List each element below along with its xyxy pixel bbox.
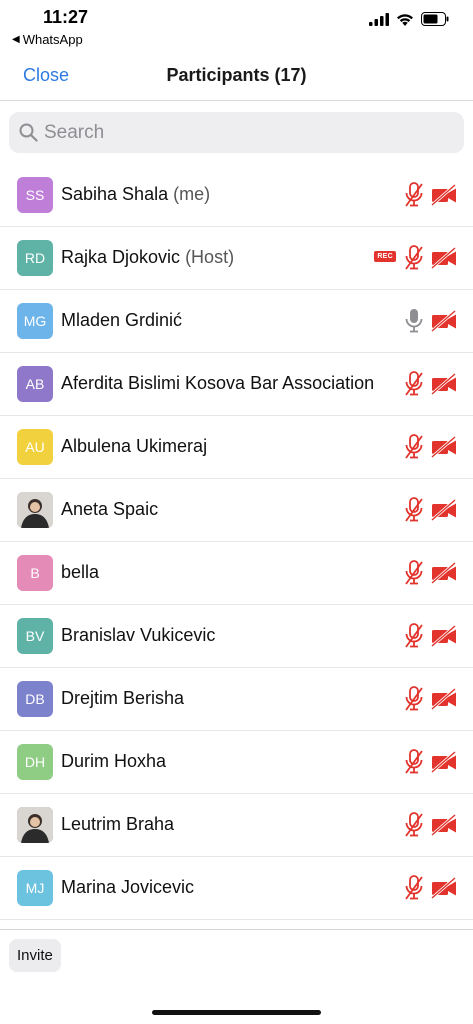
avatar: AB (17, 366, 53, 402)
participant-row[interactable]: BV Branislav Vukicevic (0, 605, 473, 668)
participant-row[interactable]: SS Sabiha Shala (me) (0, 164, 473, 227)
avatar: AU (17, 429, 53, 465)
mic-muted-icon (404, 560, 424, 586)
participant-name-text: Rajka Djokovic (61, 247, 181, 267)
participant-name: Mladen Grdinić (61, 310, 182, 331)
search-input[interactable] (44, 121, 444, 144)
participant-name: Sabiha Shala (me) (61, 184, 210, 205)
participant-name-text: Albulena Ukimeraj (61, 436, 208, 456)
video-off-icon (431, 372, 457, 396)
participant-name-text: Mladen Grdinić (61, 310, 183, 330)
back-app-label: WhatsApp (22, 32, 83, 47)
participant-name: Rajka Djokovic (Host) (61, 247, 234, 268)
video-off-icon (431, 246, 457, 270)
video-off-icon (431, 183, 457, 207)
wifi-icon (397, 13, 413, 26)
footer: Invite (0, 929, 473, 1024)
avatar-photo (17, 807, 53, 843)
mic-icon (404, 308, 424, 334)
participant-row[interactable]: Bbella (0, 542, 473, 605)
participant-row[interactable]: MG Mladen Grdinić (0, 290, 473, 353)
video-off-icon (431, 435, 457, 459)
recording-badge: REC (374, 251, 396, 262)
participant-role: (me) (173, 184, 211, 204)
invite-button[interactable]: Invite (9, 939, 61, 972)
participant-name-text: Marina Jovicevic (61, 877, 195, 897)
participant-name-text: Leutrim Braha (61, 814, 175, 834)
participant-row[interactable]: MJ Marina Jovicevic (0, 857, 473, 920)
avatar: SS (17, 177, 53, 213)
participant-row[interactable]: RD Rajka Djokovic (Host) REC (0, 227, 473, 290)
avatar: MG (17, 303, 53, 339)
participant-name: bella (61, 562, 99, 583)
participant-name: Aneta Spaic (61, 499, 158, 520)
nav-bar: Close Participants (17) (0, 50, 473, 101)
back-triangle-icon: ◀ (12, 34, 20, 45)
participant-name: Leutrim Braha (61, 814, 174, 835)
mic-muted-icon (404, 434, 424, 460)
avatar: MJ (17, 870, 53, 906)
participant-name: Marina Jovicevic (61, 877, 194, 898)
mic-muted-icon (404, 497, 424, 523)
participant-name: Branislav Vukicevic (61, 625, 215, 646)
video-off-icon (431, 876, 457, 900)
participant-row[interactable]: Leutrim Braha (0, 794, 473, 857)
participant-row[interactable]: AU Albulena Ukimeraj (0, 416, 473, 479)
page-title: Participants (17) (166, 65, 307, 85)
mic-muted-icon (404, 245, 424, 271)
participant-name-text: Aneta Spaic (61, 499, 159, 519)
participant-row[interactable]: Aneta Spaic (0, 479, 473, 542)
participant-name-text: Durim Hoxha (61, 751, 167, 771)
participant-row[interactable]: DB Drejtim Berisha (0, 668, 473, 731)
avatar: DH (17, 744, 53, 780)
mic-muted-icon (404, 182, 424, 208)
participant-row[interactable]: AB Aferdita Bislimi Kosova Bar Associatio… (0, 353, 473, 416)
home-indicator (152, 1010, 321, 1015)
status-time: 11:27 (43, 7, 89, 27)
status-icons (369, 12, 449, 26)
participant-name-text: Drejtim Berisha (61, 688, 185, 708)
mic-muted-icon (404, 686, 424, 712)
mic-muted-icon (404, 623, 424, 649)
participant-name: Durim Hoxha (61, 751, 166, 772)
participant-name-text: Branislav Vukicevic (61, 625, 216, 645)
participant-name-text: Sabiha Shala (61, 184, 169, 204)
mic-muted-icon (404, 749, 424, 775)
back-to-app-link[interactable]: ◀ WhatsApp (12, 32, 83, 47)
video-off-icon (431, 813, 457, 837)
video-off-icon (431, 750, 457, 774)
video-off-icon (431, 624, 457, 648)
video-off-icon (431, 561, 457, 585)
participant-row[interactable]: DH Durim Hoxha (0, 731, 473, 794)
video-off-icon (431, 498, 457, 522)
participant-name: Drejtim Berisha (61, 688, 184, 709)
mic-muted-icon (404, 812, 424, 838)
avatar: DB (17, 681, 53, 717)
participant-name-text: Aferdita Bislimi Kosova Bar Association (61, 373, 375, 393)
mic-muted-icon (404, 371, 424, 397)
avatar: BV (17, 618, 53, 654)
participant-name: Albulena Ukimeraj (61, 436, 207, 457)
avatar: RD (17, 240, 53, 276)
video-off-icon (431, 309, 457, 333)
video-off-icon (431, 687, 457, 711)
search-bar[interactable] (9, 112, 464, 153)
status-bar: 11:27 ◀ WhatsApp (0, 0, 473, 50)
mic-muted-icon (404, 875, 424, 901)
avatar-photo (17, 492, 53, 528)
participant-list[interactable]: SS Sabiha Shala (me) RD Rajka Djokovic (Hos… (0, 164, 473, 920)
battery-icon (421, 12, 449, 26)
cellular-signal-icon (369, 12, 389, 26)
avatar: B (17, 555, 53, 591)
participant-name: Aferdita Bislimi Kosova Bar Association (61, 373, 374, 394)
participant-name-text: bella (61, 562, 100, 582)
search-icon (19, 123, 38, 142)
participant-role: (Host) (185, 247, 235, 267)
